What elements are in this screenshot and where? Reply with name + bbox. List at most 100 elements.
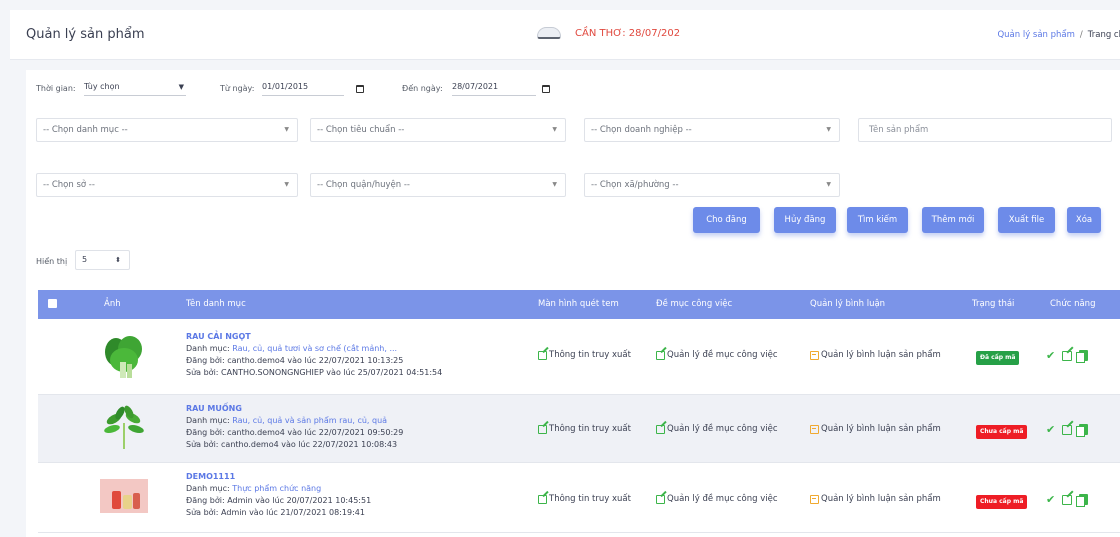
category-label: Danh mục: [186, 484, 230, 493]
col-function: Chức năng [1050, 299, 1096, 309]
ward-select[interactable]: -- Chọn xã/phường -- ▼ [584, 173, 840, 197]
col-task: Đề mục công việc [656, 299, 733, 309]
approve-check-icon[interactable]: ✔ [1046, 350, 1055, 361]
calendar-icon[interactable] [356, 85, 364, 93]
enterprise-select[interactable]: -- Chọn doanh nghiệp -- ▼ [584, 118, 840, 142]
time-select[interactable]: Tùy chọn ▼ [84, 78, 186, 96]
category-select[interactable]: -- Chọn danh mục -- ▼ [36, 118, 298, 142]
copy-icon[interactable] [1076, 424, 1089, 437]
scan-link[interactable]: Thông tin truy xuất [538, 350, 631, 360]
to-date-label: Đến ngày: [402, 84, 443, 93]
row-functions: ✔ [1046, 350, 1089, 363]
breadcrumb-home[interactable]: Trang ch [1088, 30, 1120, 40]
caret-down-icon: ▼ [552, 126, 557, 133]
publish-button[interactable]: Cho đăng [693, 207, 760, 233]
district-select[interactable]: -- Chọn quận/huyện -- ▼ [310, 173, 566, 197]
edit-icon [538, 350, 547, 360]
standard-select[interactable]: -- Chọn tiêu chuẩn -- ▼ [310, 118, 566, 142]
unpublish-button[interactable]: Hủy đăng [774, 207, 836, 233]
row-functions: ✔ [1046, 424, 1089, 437]
copy-icon[interactable] [1076, 350, 1089, 363]
category-label: Danh mục: [186, 344, 230, 353]
calendar-icon[interactable] [542, 85, 550, 93]
scan-link[interactable]: Thông tin truy xuất [538, 424, 631, 434]
edit-icon [538, 424, 547, 434]
col-scan: Màn hình quét tem [538, 299, 619, 309]
col-status: Trạng thái [972, 299, 1015, 309]
product-edited: Sửa bởi: Admin vào lúc 21/07/2021 08:19:… [186, 508, 365, 517]
main-card: Thời gian: Tùy chọn ▼ Từ ngày: 01/01/201… [26, 70, 1120, 537]
time-select-value: Tùy chọn [84, 82, 120, 91]
category-value: Rau, củ, quả và sản phẩm rau, củ, quả [232, 416, 388, 425]
comment-link[interactable]: Quản lý bình luận sản phẩm [810, 424, 941, 434]
product-posted: Đăng bởi: Admin vào lúc 20/07/2021 10:45… [186, 496, 372, 505]
product-category: Danh mục: Thực phẩm chức năng [186, 484, 321, 493]
from-date-label: Từ ngày: [220, 84, 255, 93]
task-link[interactable]: Quản lý đề mục công việc [656, 494, 778, 504]
product-image [100, 334, 148, 380]
comment-link-label: Quản lý bình luận sản phẩm [821, 424, 941, 434]
caret-down-icon: ▼ [284, 126, 289, 133]
scan-link-label: Thông tin truy xuất [549, 350, 631, 360]
page-title: Quản lý sản phẩm [26, 27, 145, 42]
task-link-label: Quản lý đề mục công việc [667, 424, 778, 434]
scan-link-label: Thông tin truy xuất [549, 424, 631, 434]
status-badge: Chưa cấp mã [976, 425, 1028, 439]
caret-down-icon: ▼ [552, 181, 557, 188]
updown-icon: ⬍ [115, 256, 121, 264]
product-name[interactable]: RAU CẢI NGỌT [186, 332, 251, 341]
department-select-value: -- Chọn sở -- [43, 180, 95, 190]
to-date-field[interactable]: 28/07/2021 [452, 78, 536, 96]
approve-check-icon[interactable]: ✔ [1046, 424, 1055, 435]
product-image [100, 405, 148, 451]
edit-icon [538, 494, 547, 504]
product-image [100, 479, 148, 525]
search-button[interactable]: Tìm kiếm [847, 207, 908, 233]
select-all-checkbox[interactable] [48, 299, 57, 308]
product-edited: Sửa bởi: cantho.demo4 vào lúc 22/07/2021… [186, 440, 398, 449]
col-name: Tên danh mục [186, 299, 246, 309]
weather-widget: CẦN THƠ: 28/07/202 [537, 27, 680, 39]
task-link-label: Quản lý đề mục công việc [667, 350, 778, 360]
comment-link[interactable]: Quản lý bình luận sản phẩm [810, 494, 941, 504]
scan-link[interactable]: Thông tin truy xuất [538, 494, 631, 504]
from-date-field[interactable]: 01/01/2015 [262, 78, 344, 96]
time-label: Thời gian: [36, 84, 76, 93]
edit-icon [656, 494, 665, 504]
page-size-value: 5 [82, 255, 88, 264]
copy-icon[interactable] [1076, 494, 1089, 507]
table-row: RAU MUỐNG Danh mục: Rau, củ, quả và sản … [38, 395, 1120, 463]
task-link[interactable]: Quản lý đề mục công việc [656, 350, 778, 360]
breadcrumb: Quản lý sản phẩm / Trang ch [997, 30, 1120, 40]
task-link-label: Quản lý đề mục công việc [667, 494, 778, 504]
product-name[interactable]: RAU MUỐNG [186, 404, 242, 413]
standard-select-value: -- Chọn tiêu chuẩn -- [317, 125, 405, 135]
edit-icon [656, 350, 665, 360]
export-button[interactable]: Xuất file [998, 207, 1055, 233]
product-category: Danh mục: Rau, củ, quả và sản phẩm rau, … [186, 416, 387, 425]
page-size-select[interactable]: 5 ⬍ [75, 250, 130, 270]
enterprise-select-value: -- Chọn doanh nghiệp -- [591, 125, 692, 135]
caret-down-icon: ▼ [284, 181, 289, 188]
breadcrumb-separator: / [1079, 30, 1083, 40]
top-bar: Quản lý sản phẩm CẦN THƠ: 28/07/202 Quản… [10, 10, 1120, 60]
col-image: Ảnh [104, 299, 121, 309]
department-select[interactable]: -- Chọn sở -- ▼ [36, 173, 298, 197]
ward-select-value: -- Chọn xã/phường -- [591, 180, 679, 190]
table-header: Ảnh Tên danh mục Màn hình quét tem Đề mụ… [38, 290, 1120, 319]
add-button[interactable]: Thêm mới [922, 207, 984, 233]
breadcrumb-current[interactable]: Quản lý sản phẩm [997, 30, 1074, 40]
product-name[interactable]: DEMO1111 [186, 472, 235, 481]
scan-link-label: Thông tin truy xuất [549, 494, 631, 504]
row-functions: ✔ [1046, 494, 1089, 507]
category-label: Danh mục: [186, 416, 230, 425]
comment-link[interactable]: Quản lý bình luận sản phẩm [810, 350, 941, 360]
delete-button[interactable]: Xóa [1067, 207, 1101, 233]
approve-check-icon[interactable]: ✔ [1046, 494, 1055, 505]
table-row: RAU CẢI NGỌT Danh mục: Rau, củ, quả tươi… [38, 319, 1120, 395]
task-link[interactable]: Quản lý đề mục công việc [656, 424, 778, 434]
product-name-input[interactable]: Tên sản phẩm [858, 118, 1112, 142]
edit-icon[interactable] [1062, 424, 1073, 435]
edit-icon[interactable] [1062, 494, 1073, 505]
edit-icon[interactable] [1062, 350, 1073, 361]
